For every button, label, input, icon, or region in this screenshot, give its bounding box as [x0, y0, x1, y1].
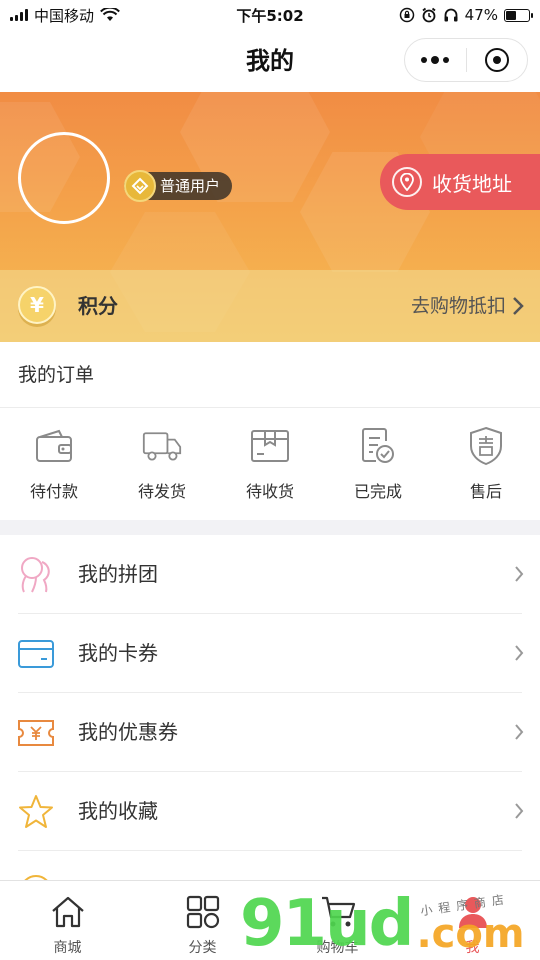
miniprogram-capsule: [404, 38, 528, 82]
tab-me[interactable]: 我: [405, 881, 540, 960]
truck-icon: [142, 426, 182, 466]
chevron-right-icon: [515, 803, 524, 819]
order-pending-shipment[interactable]: 待发货: [108, 408, 216, 520]
order-label: 待发货: [137, 482, 186, 501]
order-completed[interactable]: 已完成: [324, 408, 432, 520]
address-button-label: 收货地址: [432, 171, 512, 196]
menu-list: 我的拼团 我的卡券 我的优惠券 我的收藏: [0, 535, 540, 880]
menu-item-favorites[interactable]: 我的收藏: [0, 772, 540, 851]
nav-bar: 我的: [0, 30, 540, 92]
menu-item-partial[interactable]: [0, 851, 540, 880]
tab-label: 我: [465, 940, 480, 956]
status-bar: 中国移动 下午5:02 47%: [0, 0, 540, 30]
avatar[interactable]: [18, 132, 110, 224]
coupon-icon: [16, 713, 56, 753]
wifi-icon: [100, 8, 120, 21]
user-icon: [454, 893, 492, 931]
location-pin-icon: [392, 167, 422, 197]
chevron-right-icon: [513, 297, 524, 315]
menu-label: 我的收藏: [78, 799, 158, 823]
more-button[interactable]: [405, 39, 466, 81]
more-dots-icon: [421, 55, 450, 64]
points-label: 积分: [78, 294, 118, 318]
yen-coin-icon: ¥: [18, 286, 56, 324]
chevron-right-icon: [515, 724, 524, 740]
address-button[interactable]: 收货地址: [380, 154, 540, 210]
order-after-sales[interactable]: 售后: [432, 408, 540, 520]
menu-item-cards[interactable]: 我的卡券: [0, 614, 540, 693]
category-icon: [184, 893, 222, 931]
partial-menu-icon: [16, 871, 56, 880]
shield-icon: [466, 426, 506, 466]
member-level-label: 普通用户: [160, 177, 221, 195]
tab-cart[interactable]: 购物车: [270, 881, 405, 960]
points-row[interactable]: ¥ 积分 去购物抵扣: [0, 270, 540, 342]
tab-bar: 商城 分类 购物车 我: [0, 880, 540, 960]
card-icon: [16, 634, 56, 674]
profile-header: 普通用户 收货地址 ¥ 积分 去购物抵扣: [0, 92, 540, 342]
order-label: 售后: [469, 482, 502, 501]
package-icon: [250, 426, 290, 466]
tab-category[interactable]: 分类: [135, 881, 270, 960]
signal-icon: [10, 9, 28, 21]
checklist-icon: [358, 426, 398, 466]
headphones-icon: [444, 8, 458, 22]
orders-header[interactable]: 我的订单: [0, 342, 540, 408]
order-label: 已完成: [353, 482, 402, 501]
carrier-name: 中国移动: [34, 6, 95, 25]
alarm-icon: [422, 7, 436, 23]
battery-icon: [504, 8, 533, 22]
diamond-icon: [124, 170, 156, 202]
star-icon: [16, 792, 56, 832]
menu-label: 我的优惠券: [78, 720, 178, 744]
rotation-lock-icon: [399, 7, 414, 23]
menu-item-group-buy[interactable]: 我的拼团: [0, 535, 540, 614]
menu-item-coupons[interactable]: 我的优惠券: [0, 693, 540, 772]
chevron-right-icon: [515, 566, 524, 582]
order-label: 待收货: [245, 482, 294, 501]
order-status-bar: 待付款 待发货 待收货 已完成 售后: [0, 408, 540, 520]
battery-percent: 47%: [464, 6, 498, 24]
close-miniprogram-button[interactable]: [467, 39, 528, 81]
battery-fill: [506, 10, 517, 20]
home-icon: [49, 893, 87, 931]
tab-label: 分类: [188, 940, 217, 956]
menu-label: 我的卡券: [78, 641, 158, 665]
orders-title: 我的订单: [18, 364, 95, 386]
group-icon: [16, 555, 56, 595]
chevron-right-icon: [515, 645, 524, 661]
tab-label: 商城: [53, 940, 82, 956]
wallet-icon: [34, 426, 74, 466]
order-pending-payment[interactable]: 待付款: [0, 408, 108, 520]
points-action-link[interactable]: 去购物抵扣: [411, 270, 506, 342]
order-label: 待付款: [29, 482, 78, 501]
order-pending-receipt[interactable]: 待收货: [216, 408, 324, 520]
member-level-badge: 普通用户: [124, 170, 233, 202]
cart-icon: [319, 893, 357, 931]
menu-label: 我的拼团: [78, 562, 158, 586]
tab-mall[interactable]: 商城: [0, 881, 135, 960]
target-circle-icon: [484, 48, 509, 72]
tab-label: 购物车: [316, 940, 359, 956]
